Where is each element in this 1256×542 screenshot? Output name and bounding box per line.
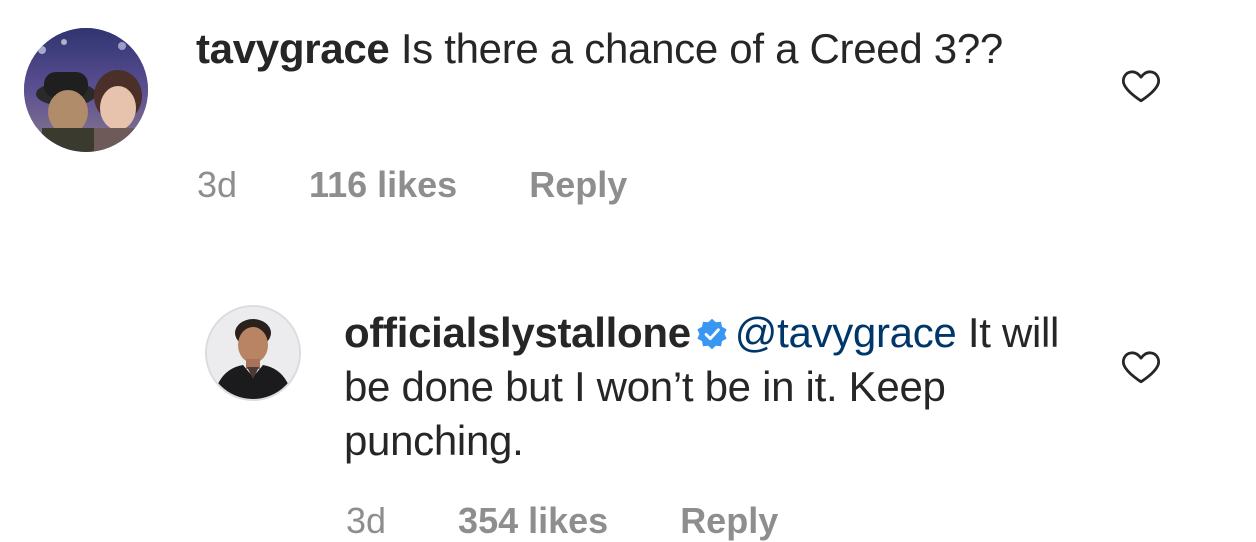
comment-meta: 3d 354 likes Reply	[346, 500, 778, 542]
reply-button[interactable]: Reply	[680, 500, 778, 542]
comment-meta: 3d 116 likes Reply	[197, 164, 627, 206]
comment-text: officialslystallone @tavygrace It will b…	[344, 306, 1104, 468]
likes-count[interactable]: 354 likes	[458, 500, 608, 542]
comment-text: tavygrace Is there a chance of a Creed 3…	[196, 22, 1076, 76]
comment-time: 3d	[346, 500, 387, 541]
comment-body: Is there a chance of a Creed 3??	[400, 25, 1003, 72]
avatar-image	[207, 307, 299, 399]
heart-icon[interactable]	[1120, 345, 1162, 387]
comment-username[interactable]: officialslystallone	[344, 309, 691, 356]
comment-username[interactable]: tavygrace	[196, 25, 390, 72]
reply-button[interactable]: Reply	[529, 164, 627, 206]
likes-count[interactable]: 116 likes	[309, 164, 457, 206]
avatar[interactable]	[24, 28, 148, 152]
verified-badge-icon	[697, 318, 727, 350]
mention-link[interactable]: @tavygrace	[735, 309, 957, 356]
avatar-image	[24, 28, 148, 152]
avatar[interactable]	[205, 305, 301, 401]
comment-time: 3d	[197, 164, 238, 205]
heart-icon[interactable]	[1120, 64, 1162, 106]
